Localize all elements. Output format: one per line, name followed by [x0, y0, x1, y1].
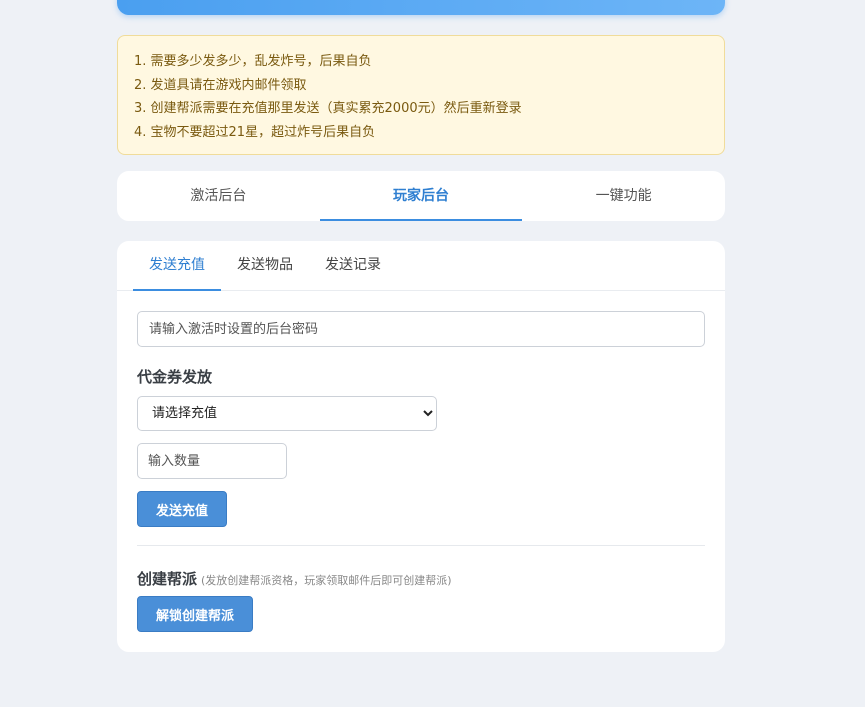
main-tabs: 激活后台 玩家后台 一键功能	[117, 171, 725, 221]
tab-activation-backend[interactable]: 激活后台	[117, 171, 320, 221]
guild-section-title: 创建帮派 (发放创建帮派资格，玩家领取邮件后即可创建帮派)	[137, 568, 452, 589]
notice-line: 3. 创建帮派需要在充值那里发送（真实累充2000元）然后重新登录	[134, 101, 522, 116]
subtab-send-records[interactable]: 发送记录	[309, 241, 397, 290]
unlock-create-guild-button[interactable]: 解锁创建帮派	[137, 596, 254, 632]
notice-line: 1. 需要多少发多少，乱发炸号，后果自负	[134, 54, 372, 69]
quantity-input[interactable]	[137, 443, 287, 479]
page: 1. 需要多少发多少，乱发炸号，后果自负 2. 发道具请在游戏内邮件领取 3. …	[0, 0, 865, 707]
send-recharge-button[interactable]: 发送充值	[137, 491, 228, 527]
recharge-select[interactable]: 请选择充值	[137, 396, 437, 431]
backend-password-input[interactable]	[137, 311, 705, 347]
tab-one-click-functions[interactable]: 一键功能	[522, 171, 725, 221]
notice-line: 2. 发道具请在游戏内邮件领取	[134, 77, 307, 93]
player-backend-panel: 发送充值 发送物品 发送记录 代金券发放 请选择充值 发送充值 创建帮派(发放创…	[117, 241, 725, 652]
voucher-section-title: 代金券发放	[137, 368, 213, 386]
notice-line: 4. 宝物不要超过21星，超过炸号后果自负	[134, 124, 376, 140]
subtab-send-recharge[interactable]: 发送充值	[133, 241, 221, 291]
notice-box: 1. 需要多少发多少，乱发炸号，后果自负 2. 发道具请在游戏内邮件领取 3. …	[117, 35, 725, 155]
tab-player-backend[interactable]: 玩家后台	[319, 171, 523, 221]
top-banner	[117, 0, 725, 15]
subtab-send-items[interactable]: 发送物品	[221, 241, 309, 290]
sub-tabs: 发送充值 发送物品 发送记录	[117, 241, 725, 291]
guild-hint-text: (发放创建帮派资格，玩家领取邮件后即可创建帮派)	[201, 574, 452, 587]
guild-title-text: 创建帮派	[137, 570, 198, 588]
section-divider	[137, 545, 705, 546]
